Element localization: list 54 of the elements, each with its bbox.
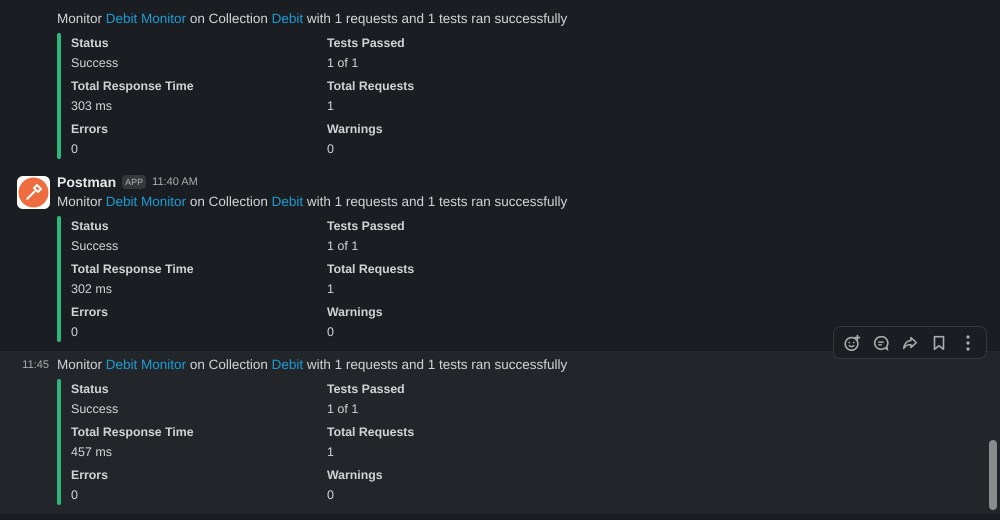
field-value: Success: [71, 238, 120, 255]
field-label: Total Response Time: [71, 78, 195, 95]
field-label: Status: [71, 381, 110, 398]
field-value: 1 of 1: [327, 238, 360, 255]
message-text: Monitor Debit Monitor on Collection Debit with 1 requests and 1 tests ran successfully: [57, 193, 568, 211]
field-value: 0: [327, 324, 335, 341]
field-label: Total Requests: [327, 424, 416, 441]
add-reaction-icon: [843, 334, 861, 352]
message-link[interactable]: Debit Monitor: [106, 194, 186, 209]
field-label: Total Requests: [327, 261, 416, 278]
field-label: Tests Passed: [327, 35, 406, 52]
field-label: Tests Passed: [327, 218, 406, 235]
timestamp[interactable]: 11:40 AM: [152, 174, 198, 190]
field-label: Warnings: [327, 121, 384, 138]
field-label: Status: [71, 35, 110, 52]
field-value: 1 of 1: [327, 401, 360, 418]
field-label: Errors: [71, 467, 109, 484]
message-text: Monitor Debit Monitor on Collection Debit with 1 requests and 1 tests ran successfully: [57, 10, 568, 28]
field-label: Total Requests: [327, 78, 416, 95]
field-value: 1 of 1: [327, 55, 360, 72]
field-value: 1: [327, 281, 335, 298]
timestamp[interactable]: 11:45: [22, 355, 49, 505]
field-value: 457 ms: [71, 444, 113, 461]
field-label: Errors: [71, 304, 109, 321]
message-link[interactable]: Debit: [272, 357, 304, 372]
field-value: 302 ms: [71, 281, 113, 298]
message-link[interactable]: Debit: [272, 194, 304, 209]
field-label: Warnings: [327, 467, 384, 484]
field-value: Success: [71, 401, 120, 418]
comment-icon: [872, 334, 890, 352]
field-label: Total Response Time: [71, 261, 195, 278]
field-value: 1: [327, 444, 335, 461]
message-link[interactable]: Debit: [272, 11, 304, 26]
field-value: 1: [327, 98, 335, 115]
message-text: Monitor Debit Monitor on Collection Debit with 1 requests and 1 tests ran successfully: [57, 356, 568, 374]
field-label: Total Response Time: [71, 424, 195, 441]
message-link[interactable]: Debit Monitor: [106, 357, 186, 372]
field-value: 0: [327, 487, 335, 504]
field-value: 0: [71, 141, 79, 158]
field-value: 0: [71, 324, 79, 341]
more-icon: [966, 334, 970, 350]
field-value: 0: [327, 141, 335, 158]
field-label: Status: [71, 218, 110, 235]
message-link[interactable]: Debit Monitor: [106, 11, 186, 26]
field-label: Tests Passed: [327, 381, 406, 398]
sender-name[interactable]: Postman: [57, 172, 116, 192]
field-value: Success: [71, 55, 120, 72]
field-value: 303 ms: [71, 98, 113, 115]
field-label: Warnings: [327, 304, 384, 321]
scrollbar[interactable]: [989, 440, 997, 510]
field-value: 0: [71, 487, 79, 504]
app-badge: APP: [122, 175, 146, 189]
field-label: Errors: [71, 121, 109, 138]
app-avatar-icon: [17, 176, 50, 209]
